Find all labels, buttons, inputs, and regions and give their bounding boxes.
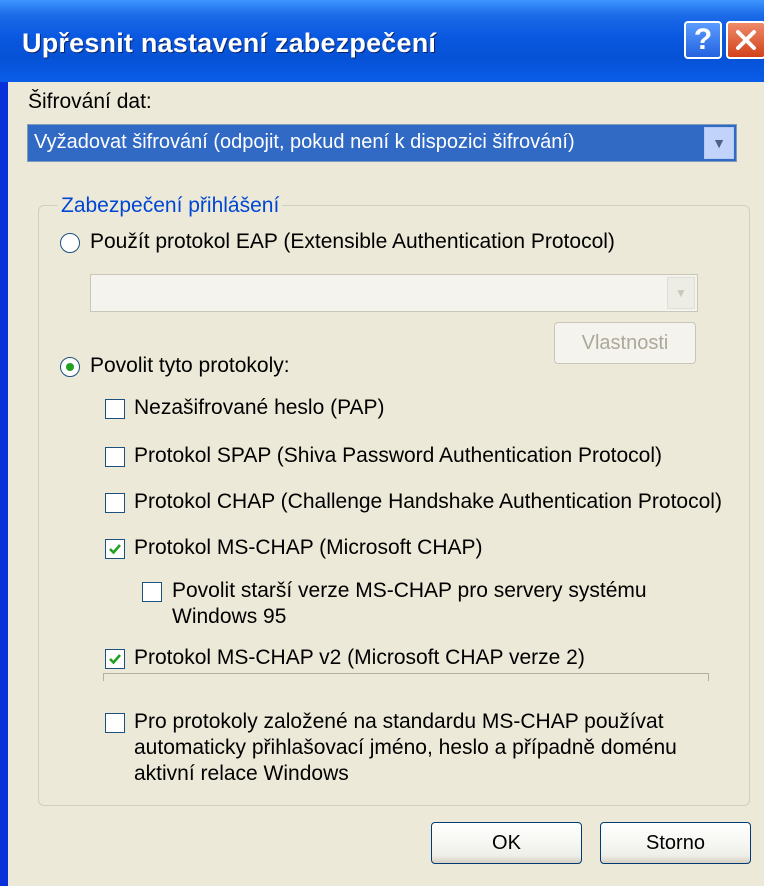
allow-protocols-radio[interactable] — [60, 357, 80, 377]
help-button[interactable]: ? — [684, 21, 722, 59]
mschap-legacy-label-line1[interactable]: Povolit starší verze MS-CHAP pro servery… — [172, 579, 647, 603]
encryption-label: Šifrování dat: — [28, 90, 152, 113]
separator — [103, 673, 709, 681]
eap-radio[interactable] — [60, 233, 80, 253]
pap-checkbox[interactable] — [105, 399, 125, 419]
checkmark-icon — [109, 654, 121, 665]
title-bar[interactable]: Upřesnit nastavení zabezpečení ? — [0, 0, 764, 82]
chevron-down-icon: ▼ — [667, 277, 695, 309]
properties-button[interactable]: Vlastnosti — [554, 322, 696, 364]
close-icon — [736, 30, 756, 50]
mschap-checkbox[interactable] — [105, 539, 125, 559]
mschap-legacy-label-line2[interactable]: Windows 95 — [172, 605, 286, 629]
dialog-body: Šifrování dat: Vyžadovat šifrování (odpo… — [8, 82, 764, 886]
auto-logon-label-line3[interactable]: aktivní relace Windows — [134, 762, 349, 786]
spap-label[interactable]: Protokol SPAP (Shiva Password Authentica… — [134, 444, 662, 468]
pap-label[interactable]: Nezašifrované heslo (PAP) — [134, 396, 385, 420]
encryption-select[interactable]: Vyžadovat šifrování (odpojit, pokud není… — [27, 124, 737, 162]
eap-type-select[interactable]: ▼ — [90, 274, 698, 312]
cancel-button[interactable]: Storno — [600, 822, 751, 864]
close-button[interactable] — [726, 21, 764, 59]
logon-security-title: Zabezpečení přihlášení — [58, 194, 283, 218]
chap-checkbox[interactable] — [105, 493, 125, 513]
chap-label[interactable]: Protokol CHAP (Challenge Handshake Authe… — [134, 490, 722, 514]
ok-button[interactable]: OK — [431, 822, 582, 864]
eap-radio-label[interactable]: Použít protokol EAP (Extensible Authenti… — [90, 230, 615, 254]
checkmark-icon — [109, 544, 121, 555]
window-title: Upřesnit nastavení zabezpečení — [22, 28, 437, 58]
mschap-legacy-checkbox[interactable] — [142, 582, 162, 602]
allow-protocols-label[interactable]: Povolit tyto protokoly: — [90, 354, 290, 378]
encryption-selected-value: Vyžadovat šifrování (odpojit, pokud není… — [34, 131, 575, 153]
mschap-label[interactable]: Protokol MS-CHAP (Microsoft CHAP) — [134, 536, 483, 560]
auto-logon-checkbox[interactable] — [105, 713, 125, 733]
radio-selected-dot — [66, 363, 74, 371]
spap-checkbox[interactable] — [105, 447, 125, 467]
chevron-down-icon[interactable]: ▼ — [704, 127, 734, 159]
mschap-v2-label[interactable]: Protokol MS-CHAP v2 (Microsoft CHAP verz… — [134, 646, 585, 670]
dialog-window: Upřesnit nastavení zabezpečení ? Šifrová… — [0, 0, 764, 886]
auto-logon-label-line2[interactable]: automaticky přihlašovací jméno, heslo a … — [134, 736, 677, 760]
auto-logon-label-line1[interactable]: Pro protokoly založené na standardu MS-C… — [134, 710, 664, 734]
mschap-v2-checkbox[interactable] — [105, 649, 125, 669]
